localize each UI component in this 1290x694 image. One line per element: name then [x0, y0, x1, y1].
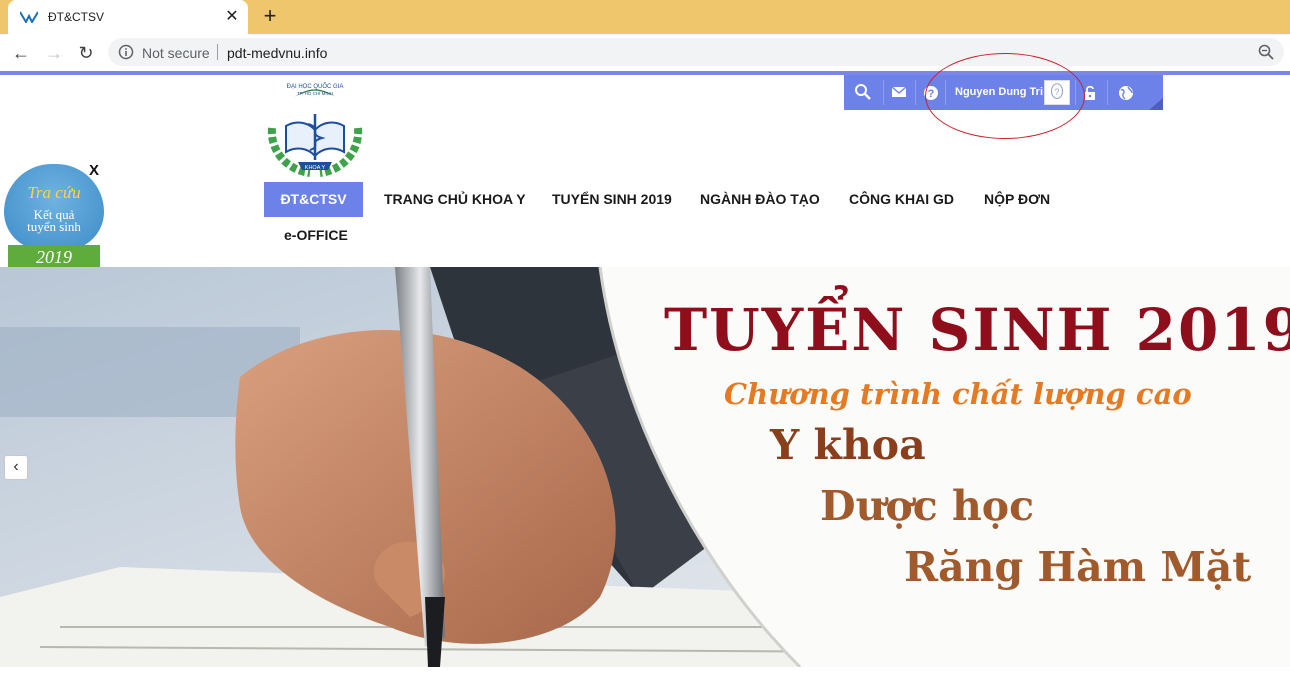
browser-tab-strip: ĐT&CTSV ✕ + [0, 0, 1290, 34]
help-icon[interactable]: ? [922, 84, 940, 102]
avatar[interactable]: ? [1044, 80, 1070, 105]
promo-close-button[interactable]: X [89, 162, 99, 179]
hero-program-3: Răng Hàm Mặt [904, 543, 1252, 591]
promo-year: 2019 [8, 245, 100, 269]
zoom-icon[interactable] [1258, 44, 1274, 60]
search-icon[interactable] [854, 83, 872, 101]
lock-icon[interactable] [1082, 84, 1100, 102]
back-button[interactable]: ← [9, 41, 33, 65]
address-bar[interactable]: Not secure pdt-medvnu.info [108, 38, 1284, 66]
user-toolbar-divider [1107, 80, 1108, 105]
site-favicon-icon [20, 11, 38, 23]
nav-item-nop-don[interactable]: NỘP ĐƠN [984, 191, 1050, 207]
faculty-logo[interactable]: ĐẠI HỌC QUỐC GIA TP. HỒ CHÍ MINH KHOA Y [262, 78, 368, 178]
info-icon[interactable] [118, 44, 134, 60]
nav-item-dtctsv[interactable]: ĐT&CTSV [264, 182, 363, 217]
forward-button[interactable]: → [42, 41, 66, 65]
promo-line-1: Tra cứu [27, 183, 81, 202]
mail-icon[interactable] [890, 83, 908, 101]
hero-title: TUYỂN SINH 2019 [664, 296, 1290, 364]
slider-prev-button[interactable]: ‹ [4, 455, 28, 480]
hero-program-1: Y khoa [770, 421, 926, 469]
username-label[interactable]: Nguyen Dung Tri [955, 86, 1043, 98]
hero-banner[interactable]: TUYỂN SINH 2019 Chương trình chất lượng … [0, 267, 1290, 667]
url-text[interactable]: pdt-medvnu.info [227, 45, 327, 61]
nav-item-tuyen-sinh-2019[interactable]: TUYỂN SINH 2019 [552, 191, 672, 207]
nav-item-cong-khai-gd[interactable]: CÔNG KHAI GD [849, 191, 954, 207]
hero-subtitle: Chương trình chất lượng cao [724, 377, 1192, 411]
nav-item-trang-chu-khoa-y[interactable]: TRANG CHỦ KHOA Y [384, 191, 526, 207]
new-tab-button[interactable]: + [258, 4, 282, 28]
svg-text:TP. HỒ CHÍ MINH: TP. HỒ CHÍ MINH [297, 90, 333, 96]
user-toolbar-divider [915, 80, 916, 105]
svg-text:?: ? [928, 88, 935, 100]
promo-line-3: tuyển sinh [27, 219, 81, 234]
user-toolbar-divider [1075, 80, 1076, 105]
browser-tab[interactable]: ĐT&CTSV ✕ [8, 0, 248, 34]
url-divider [217, 44, 218, 60]
tab-title: ĐT&CTSV [48, 10, 105, 24]
browser-toolbar: ← → ↻ Not secure pdt-medvnu.info [0, 34, 1290, 71]
svg-text:ĐẠI HỌC QUỐC GIA: ĐẠI HỌC QUỐC GIA [287, 83, 344, 90]
user-toolbar-divider [883, 80, 884, 105]
nav-item-nganh-dao-tao[interactable]: NGÀNH ĐÀO TẠO [700, 191, 820, 207]
globe-icon[interactable] [1117, 84, 1135, 102]
hero-program-2: Dược học [820, 482, 1035, 530]
reload-button[interactable]: ↻ [74, 41, 98, 65]
svg-text:KHOA Y: KHOA Y [305, 165, 326, 171]
svg-text:?: ? [1054, 87, 1059, 97]
security-label: Not secure [142, 45, 210, 61]
tab-close-icon[interactable]: ✕ [222, 7, 242, 27]
nav-item-e-office[interactable]: e-OFFICE [284, 227, 348, 243]
